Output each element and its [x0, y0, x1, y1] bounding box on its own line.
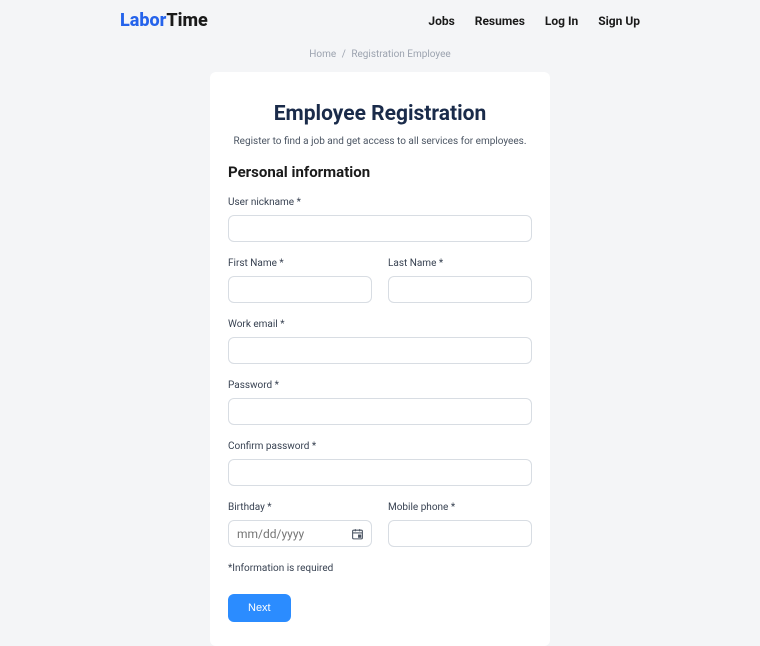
nickname-group: User nickname * [228, 197, 532, 242]
first-name-label: First Name * [228, 258, 372, 269]
section-title: Personal information [228, 163, 532, 181]
breadcrumb-current: Registration Employee [351, 49, 450, 60]
page-title: Employee Registration [228, 102, 532, 126]
logo-labor: Labor [120, 10, 166, 31]
phone-group: Mobile phone * [388, 502, 532, 547]
first-name-group: First Name * [228, 258, 372, 303]
breadcrumb-sep: / [342, 49, 346, 60]
nav-signup[interactable]: Sign Up [598, 14, 640, 28]
date-wrapper [228, 520, 372, 547]
birthday-label: Birthday * [228, 502, 372, 513]
confirm-password-label: Confirm password * [228, 441, 532, 452]
page-subtitle: Register to find a job and get access to… [228, 136, 532, 147]
nav-resumes[interactable]: Resumes [475, 14, 525, 28]
last-name-input[interactable] [388, 276, 532, 303]
phone-input[interactable] [388, 520, 532, 547]
phone-label: Mobile phone * [388, 502, 532, 513]
password-input[interactable] [228, 398, 532, 425]
birthday-group: Birthday * [228, 502, 372, 547]
nav-jobs[interactable]: Jobs [428, 14, 454, 28]
last-name-label: Last Name * [388, 258, 532, 269]
nickname-input[interactable] [228, 215, 532, 242]
email-label: Work email * [228, 319, 532, 330]
password-label: Password * [228, 380, 532, 391]
nickname-label: User nickname * [228, 197, 532, 208]
next-button[interactable]: Next [228, 594, 291, 622]
main-nav: Jobs Resumes Log In Sign Up [428, 14, 640, 28]
last-name-group: Last Name * [388, 258, 532, 303]
email-input[interactable] [228, 337, 532, 364]
breadcrumb: Home / Registration Employee [0, 41, 760, 72]
site-header: LaborTime Jobs Resumes Log In Sign Up [0, 0, 760, 41]
breadcrumb-home[interactable]: Home [309, 49, 336, 60]
logo[interactable]: LaborTime [120, 10, 208, 31]
registration-card: Employee Registration Register to find a… [210, 72, 550, 646]
confirm-password-input[interactable] [228, 459, 532, 486]
nav-login[interactable]: Log In [545, 14, 578, 28]
birthday-input[interactable] [228, 520, 372, 547]
logo-time: Time [166, 10, 207, 31]
first-name-input[interactable] [228, 276, 372, 303]
confirm-password-group: Confirm password * [228, 441, 532, 486]
password-group: Password * [228, 380, 532, 425]
required-hint: *Information is required [228, 563, 532, 574]
email-group: Work email * [228, 319, 532, 364]
